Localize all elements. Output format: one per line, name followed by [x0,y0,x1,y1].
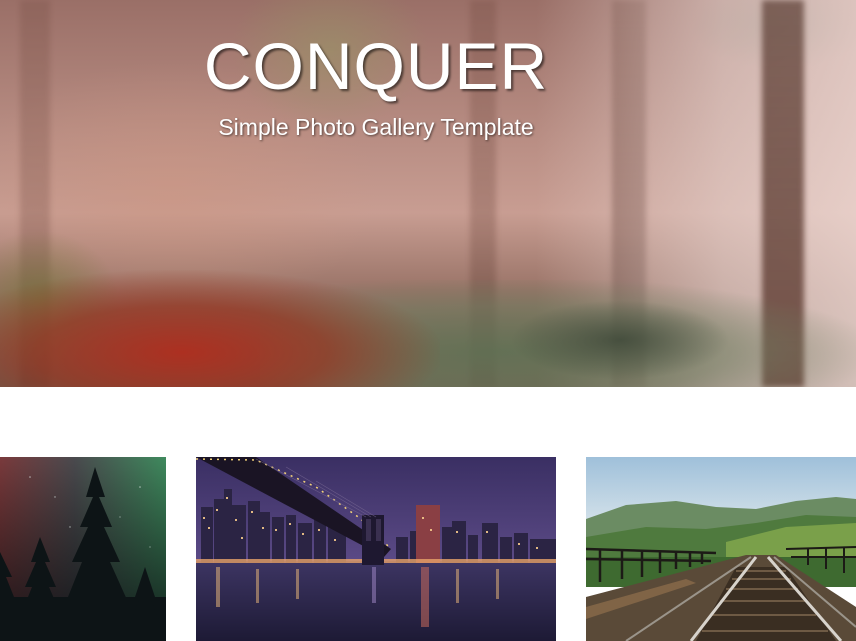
city-bridge-night-photo [196,457,556,641]
hero-background-bush [510,300,730,380]
site-subtitle: Simple Photo Gallery Template [218,114,534,140]
aurora-forest-photo [0,457,166,641]
hero-background-leaves [0,270,440,387]
railway-bridge-photo [586,457,856,641]
site-title: CONQUER [203,29,549,103]
gallery-item-railway[interactable] [586,457,856,641]
photo-gallery [0,457,856,641]
gallery-item-city-bridge[interactable] [196,457,556,641]
hero-banner: CONQUER Simple Photo Gallery Template [0,0,856,387]
gallery-item-aurora[interactable] [0,457,166,641]
